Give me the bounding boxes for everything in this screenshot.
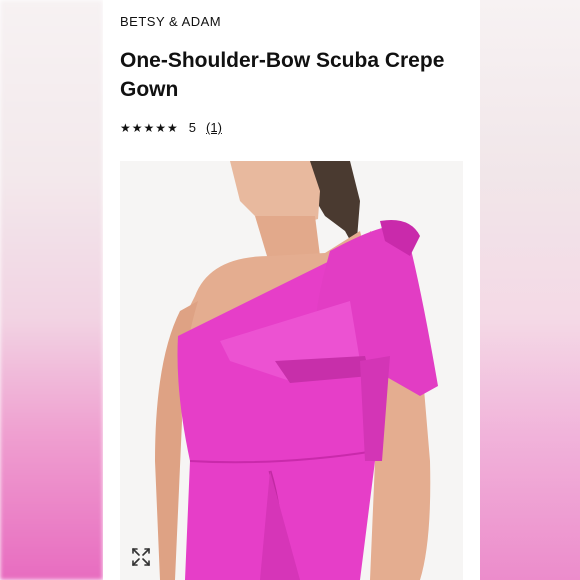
left-blurred-backdrop [0, 0, 103, 580]
product-image[interactable] [120, 161, 463, 580]
model-in-gown-illustration [120, 161, 463, 580]
rating-stars: ★★★★★ [120, 120, 179, 135]
rating-row: ★★★★★ 5 (1) [120, 120, 222, 135]
right-blurred-backdrop [480, 0, 580, 580]
product-card: BETSY & ADAM One-Shoulder-Bow Scuba Crep… [103, 0, 480, 580]
review-count-link[interactable]: (1) [206, 120, 222, 135]
expand-arrows-icon [132, 548, 150, 566]
product-title: One-Shoulder-Bow Scuba Crepe Gown [120, 49, 445, 101]
rating-value: 5 [188, 120, 197, 135]
zoom-button[interactable] [128, 544, 154, 570]
brand-name[interactable]: BETSY & ADAM [120, 14, 221, 29]
